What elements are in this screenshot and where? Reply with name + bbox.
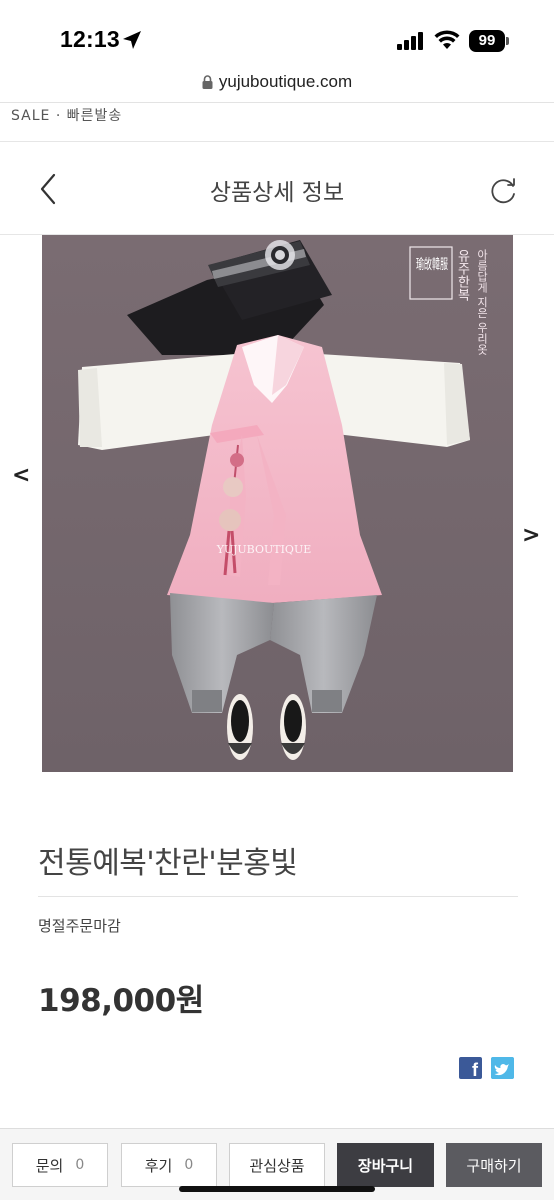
gallery-next-button[interactable]: > [522, 523, 544, 553]
page-title: 상품상세 정보 [209, 180, 345, 206]
page-header: 상품상세 정보 [0, 143, 554, 235]
product-name: 전통예복'찬란'분홍빛 [38, 846, 298, 881]
location-arrow-icon [123, 31, 141, 49]
product-note: 명절주문마감 [38, 917, 121, 935]
product-gallery: < YUJUBOUTIQUE 瑜敀韓服 유주한복 아름답게 지은 우리옷 > [0, 235, 554, 775]
qna-count: 0 [75, 1157, 85, 1173]
home-indicator[interactable] [179, 1186, 375, 1192]
url-text: yujuboutique.com [218, 72, 353, 91]
qna-button[interactable]: 문의 0 [12, 1143, 108, 1187]
refresh-icon[interactable] [485, 173, 521, 209]
wifi-icon [434, 30, 460, 49]
address-bar[interactable]: yujuboutique.com [0, 72, 554, 102]
category-strip: SALE · 빠른발송 [0, 102, 554, 142]
qna-label: 문의 [35, 1156, 64, 1175]
status-time: 12:13 [60, 26, 120, 52]
buy-now-button[interactable]: 구매하기 [446, 1143, 542, 1187]
brand-vertical-name: 유주한복 [455, 249, 470, 301]
image-watermark: YUJUBOUTIQUE [216, 543, 312, 556]
battery-icon: 99 [469, 30, 509, 52]
battery-level: 99 [469, 30, 505, 52]
add-to-cart-button[interactable]: 장바구니 [337, 1143, 434, 1187]
review-button[interactable]: 후기 0 [121, 1143, 217, 1187]
product-price: 198,000원 [38, 983, 204, 1019]
wishlist-button[interactable]: 관심상품 [229, 1143, 325, 1187]
twitter-icon[interactable] [491, 1057, 514, 1079]
brand-logo-text: 瑜敀韓服 [416, 257, 448, 273]
lock-icon [202, 75, 213, 89]
gallery-prev-button[interactable]: < [12, 463, 34, 493]
review-label: 후기 [144, 1156, 173, 1175]
divider [38, 896, 518, 897]
product-image[interactable]: YUJUBOUTIQUE 瑜敀韓服 유주한복 아름답게 지은 우리옷 [42, 235, 513, 772]
signal-icon [397, 32, 423, 50]
status-bar: 12:13 99 [0, 0, 554, 66]
review-count: 0 [184, 1157, 194, 1173]
category-text[interactable]: SALE · 빠른발송 [11, 105, 122, 125]
facebook-icon[interactable]: f [459, 1057, 482, 1080]
brand-vertical-slogan: 아름답게 지은 우리옷 [476, 249, 489, 355]
